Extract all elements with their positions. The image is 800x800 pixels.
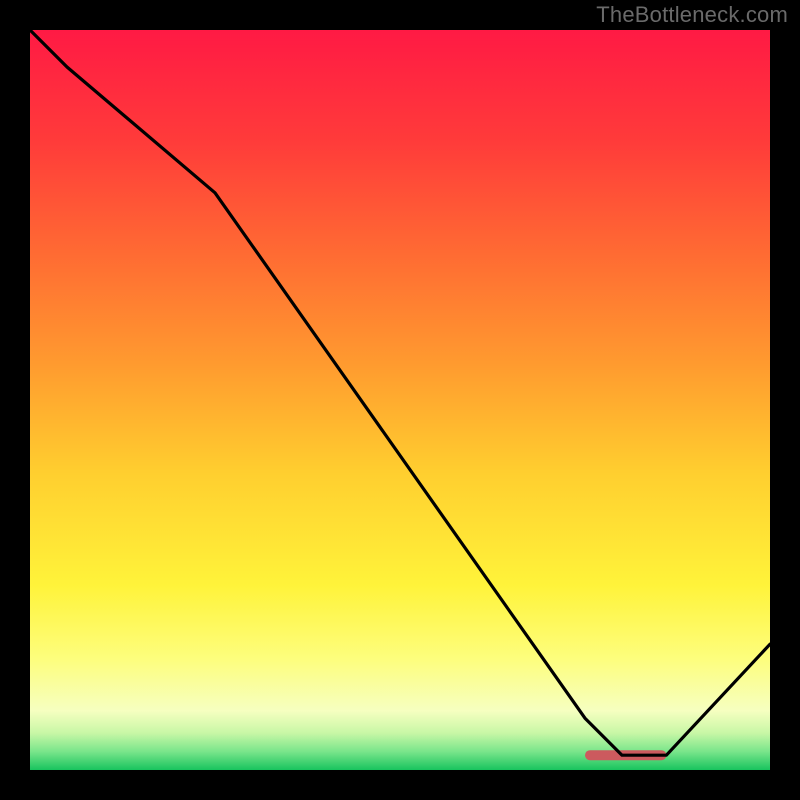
chart-svg: [30, 30, 770, 770]
chart-frame: TheBottleneck.com: [0, 0, 800, 800]
gradient-background: [30, 30, 770, 770]
watermark-text: TheBottleneck.com: [596, 2, 788, 28]
plot-area: [30, 30, 770, 770]
